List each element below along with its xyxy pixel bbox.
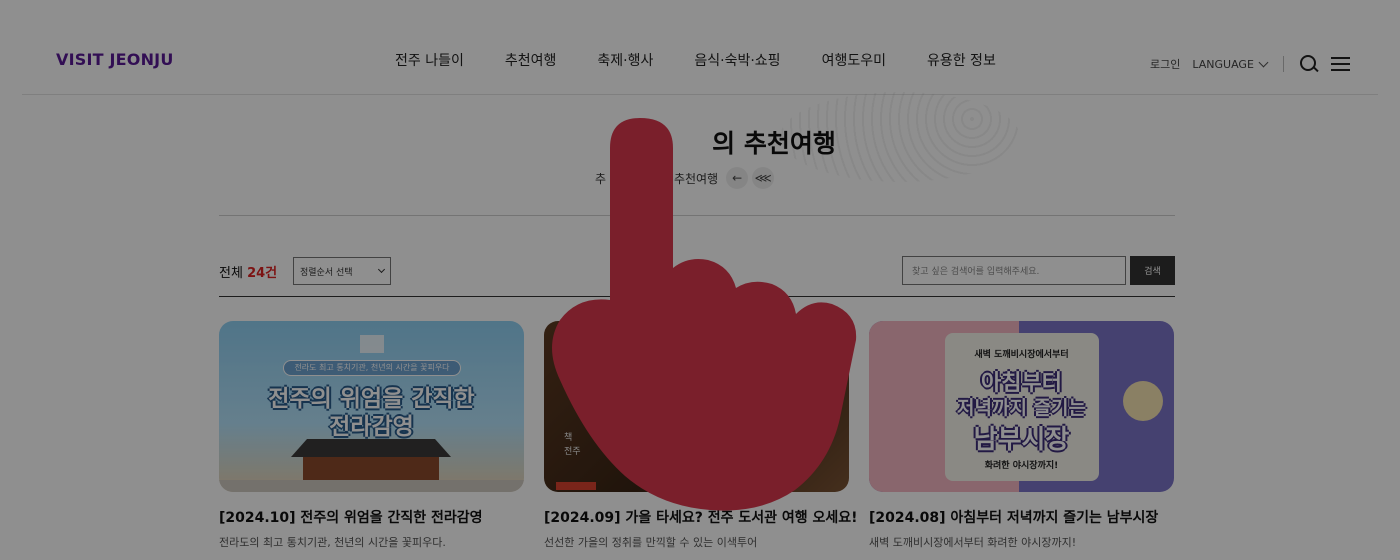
divider bbox=[1282, 56, 1284, 72]
trip-card[interactable]: 책 전주 [2024.09] 가을 타세요? 전주 도서관 여행 오세요! 선선… bbox=[544, 321, 858, 550]
nav-item-food-stay-shopping[interactable]: 음식·숙박·쇼핑 bbox=[694, 50, 780, 70]
header-utilities: 로그인 LANGUAGE bbox=[1150, 53, 1362, 75]
card-title[interactable]: [2024.09] 가을 타세요? 전주 도서관 여행 오세요! bbox=[544, 507, 858, 527]
total-count-value: 24건 bbox=[247, 266, 278, 281]
sort-select-value: 정렬순서 선택 bbox=[300, 267, 353, 278]
list-divider bbox=[219, 296, 1175, 297]
sort-select[interactable]: 정렬순서 선택 bbox=[293, 257, 391, 285]
page-title: 의 추천여행 bbox=[712, 129, 836, 158]
card-description: 선선한 가을의 정취를 만끽할 수 있는 이색투어 bbox=[544, 536, 758, 549]
search-icon[interactable] bbox=[1298, 53, 1320, 75]
language-label: LANGUAGE bbox=[1192, 57, 1254, 71]
page: VISIT JEONJU 전주 나들이 추천여행 축제·행사 음식·숙박·쇼핑 … bbox=[0, 0, 1400, 560]
trip-card[interactable]: 새벽 도깨비시장에서부터 아침부터 저녁까지 즐기는 남부시장 화려한 야시장까… bbox=[869, 321, 1174, 550]
content-divider bbox=[219, 215, 1175, 216]
login-link[interactable]: 로그인 bbox=[1150, 56, 1180, 72]
card-thumbnail[interactable]: 새벽 도깨비시장에서부터 아침부터 저녁까지 즐기는 남부시장 화려한 야시장까… bbox=[869, 321, 1174, 492]
language-dropdown[interactable]: LANGUAGE bbox=[1192, 57, 1269, 71]
back-arrow-icon[interactable]: ← bbox=[726, 167, 749, 189]
search-button[interactable]: 검색 bbox=[1130, 256, 1175, 285]
card-thumbnail[interactable]: 전라도 최고 통치기관, 천년의 시간을 꽃피우다 전주의 위엄을 간직한 전라… bbox=[219, 321, 524, 492]
card-title[interactable]: [2024.08] 아침부터 저녁까지 즐기는 남부시장 bbox=[869, 507, 1174, 527]
card-thumbnail[interactable]: 책 전주 bbox=[544, 321, 849, 492]
trip-card[interactable]: 전라도 최고 통치기관, 천년의 시간을 꽃피우다 전주의 위엄을 간직한 전라… bbox=[219, 321, 524, 550]
search-placeholder: 찾고 싶은 검색어를 입력해주세요. bbox=[912, 267, 1040, 277]
card-description: 새벽 도깨비시장에서부터 화려한 야시장까지! bbox=[869, 536, 1077, 549]
header-divider bbox=[22, 94, 1378, 95]
nav-item-recommended-trips[interactable]: 추천여행 bbox=[505, 50, 557, 70]
total-count: 전체 24건 bbox=[219, 266, 278, 281]
nav-item-travel-helper[interactable]: 여행도우미 bbox=[822, 50, 886, 70]
chevron-down-icon bbox=[1258, 57, 1269, 67]
breadcrumb: 추 달의 추천여행 ← ⋘ bbox=[595, 167, 775, 189]
card-title[interactable]: [2024.10] 전주의 위엄을 간직한 전라감영 bbox=[219, 507, 524, 527]
main-nav: 전주 나들이 추천여행 축제·행사 음식·숙박·쇼핑 여행도우미 유용한 정보 bbox=[395, 50, 1037, 70]
chevron-down-icon bbox=[377, 265, 386, 274]
site-logo[interactable]: VISIT JEONJU bbox=[56, 50, 174, 69]
site-header: VISIT JEONJU 전주 나들이 추천여행 축제·행사 음식·숙박·쇼핑 … bbox=[0, 0, 1400, 95]
nav-item-jeonju-outing[interactable]: 전주 나들이 bbox=[395, 50, 464, 70]
breadcrumb-current: 달의 추천여행 bbox=[648, 171, 719, 186]
menu-icon[interactable] bbox=[1330, 53, 1352, 75]
search-input[interactable]: 찾고 싶은 검색어를 입력해주세요. bbox=[902, 256, 1126, 285]
card-description: 전라도의 최고 통치기관, 천년의 시간을 꽃피우다. bbox=[219, 536, 446, 549]
nav-item-useful-info[interactable]: 유용한 정보 bbox=[927, 50, 996, 70]
breadcrumb-start[interactable]: 추 bbox=[595, 170, 606, 187]
gate-icon bbox=[360, 335, 384, 353]
nav-item-festivals[interactable]: 축제·행사 bbox=[597, 50, 653, 70]
share-icon[interactable]: ⋘ bbox=[752, 167, 775, 189]
